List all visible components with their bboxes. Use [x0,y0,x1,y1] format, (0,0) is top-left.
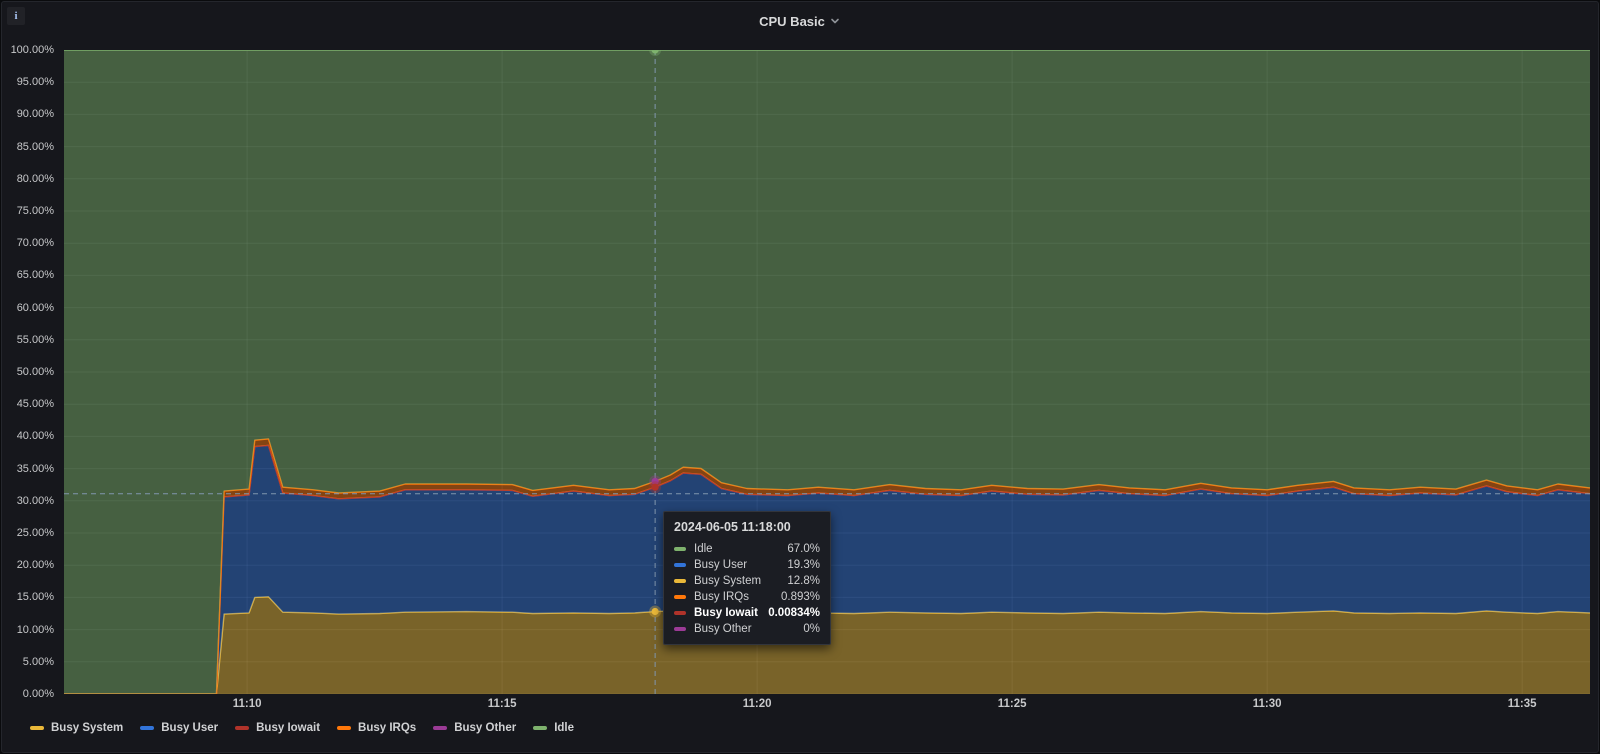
cpu-basic-panel: i CPU Basic 0.00% 5.00% 10.00% 15.00% 20.00%… [1,1,1599,753]
y-tick-label: 45.00% [16,398,54,411]
y-tick-label: 100.00% [10,44,54,56]
legend-label: Busy IRQs [358,722,417,734]
tooltip-series-name: Busy Other [694,623,752,635]
legend-label: Busy Iowait [256,722,321,734]
tooltip-series-name: Idle [694,543,713,555]
tooltip-row-busy-irqs: Busy IRQs 0.893% [674,589,820,605]
tooltip-row-busy-other: Busy Other 0% [674,621,820,637]
hover-marker [651,483,659,491]
tooltip-series-name: Busy Iowait [694,607,758,619]
legend-item-busy-irqs[interactable]: Busy IRQs [337,722,416,734]
tooltip-timestamp: 2024-06-05 11:18:00 [674,520,791,534]
grafana-dashboard: i CPU Basic 0.00% 5.00% 10.00% 15.00% 20.00%… [0,0,1600,754]
legend-swatch-icon [140,726,155,730]
x-tick-label: 11:30 [1252,698,1282,710]
panel-title-text: CPU Basic [759,13,825,29]
x-tick-label: 11:25 [997,698,1027,710]
tooltip-series-swatch-icon [674,579,686,583]
tooltip-series-swatch-icon [674,563,686,567]
tooltip-series-name: Busy System [694,575,762,587]
tooltip-series-value: 67.0% [787,543,820,555]
legend-label: Busy User [161,722,219,734]
tooltip-series-swatch-icon [674,611,686,615]
tooltip-series-swatch-icon [674,595,686,599]
y-tick-label: 10.00% [16,623,54,636]
hover-tooltip: 2024-06-05 11:18:00 Idle 67.0% Busy User 19… [663,511,831,645]
panel-header[interactable]: CPU Basic [2,2,1598,40]
y-tick-label: 75.00% [16,205,54,217]
y-tick-label: 25.00% [16,527,54,539]
tooltip-row-busy-system: Busy System 12.8% [674,573,820,589]
tooltip-series-value: 12.8% [787,575,820,587]
y-tick-label: 35.00% [16,462,54,475]
y-tick-label: 90.00% [16,108,54,121]
tooltip-row-busy-user: Busy User 19.3% [674,557,820,573]
legend-swatch-icon [533,726,548,730]
legend-swatch-icon [433,726,448,730]
x-tick-label: 11:20 [742,698,772,710]
chevron-down-icon [829,15,841,30]
legend-swatch-icon [337,726,352,730]
legend-label: Busy System [51,722,124,734]
y-tick-label: 85.00% [16,140,54,153]
y-tick-label: 0.00% [22,688,54,700]
tooltip-series-name: Busy IRQs [694,591,749,603]
x-tick-label: 11:10 [232,698,262,710]
y-tick-label: 50.00% [16,366,54,378]
legend-item-busy-other[interactable]: Busy Other [433,722,516,734]
panel-title-menu[interactable]: CPU Basic [759,13,841,30]
legend-swatch-icon [30,726,44,730]
hover-marker [651,607,659,616]
tooltip-series-value: 0.00834% [768,607,820,619]
y-tick-label: 95.00% [16,76,54,89]
legend-item-busy-iowait[interactable]: Busy Iowait [235,722,320,734]
legend: Busy System Busy User Busy Iowait Busy IRQs… [30,722,574,734]
x-tick-label: 11:35 [1507,698,1537,710]
legend-label: Busy Other [454,722,517,734]
tooltip-series-value: 19.3% [787,559,820,571]
legend-swatch-icon [235,726,250,730]
tooltip-series-swatch-icon [674,627,686,631]
legend-item-busy-system[interactable]: Busy System [30,722,123,734]
y-tick-label: 20.00% [16,559,54,572]
y-tick-label: 5.00% [22,655,54,668]
y-tick-label: 65.00% [16,269,54,282]
tooltip-series-name: Busy User [694,559,748,571]
tooltip-row-idle: Idle 67.0% [674,541,820,557]
tooltip-row-busy-iowait: Busy Iowait 0.00834% [674,605,820,621]
y-tick-label: 15.00% [16,591,54,604]
legend-item-busy-user[interactable]: Busy User [140,722,218,734]
legend-item-idle[interactable]: Idle [533,722,574,734]
y-tick-label: 70.00% [16,237,54,250]
tooltip-series-value: 0.893% [780,591,820,603]
y-tick-label: 40.00% [16,430,54,443]
tooltip-series-value: 0% [803,623,820,635]
x-tick-label: 11:15 [487,698,517,710]
y-tick-label: 80.00% [16,172,54,185]
y-tick-label: 60.00% [16,301,54,314]
tooltip-series-swatch-icon [674,547,686,551]
y-tick-label: 55.00% [16,333,54,346]
y-tick-label: 30.00% [16,494,54,507]
legend-label: Idle [554,722,575,734]
